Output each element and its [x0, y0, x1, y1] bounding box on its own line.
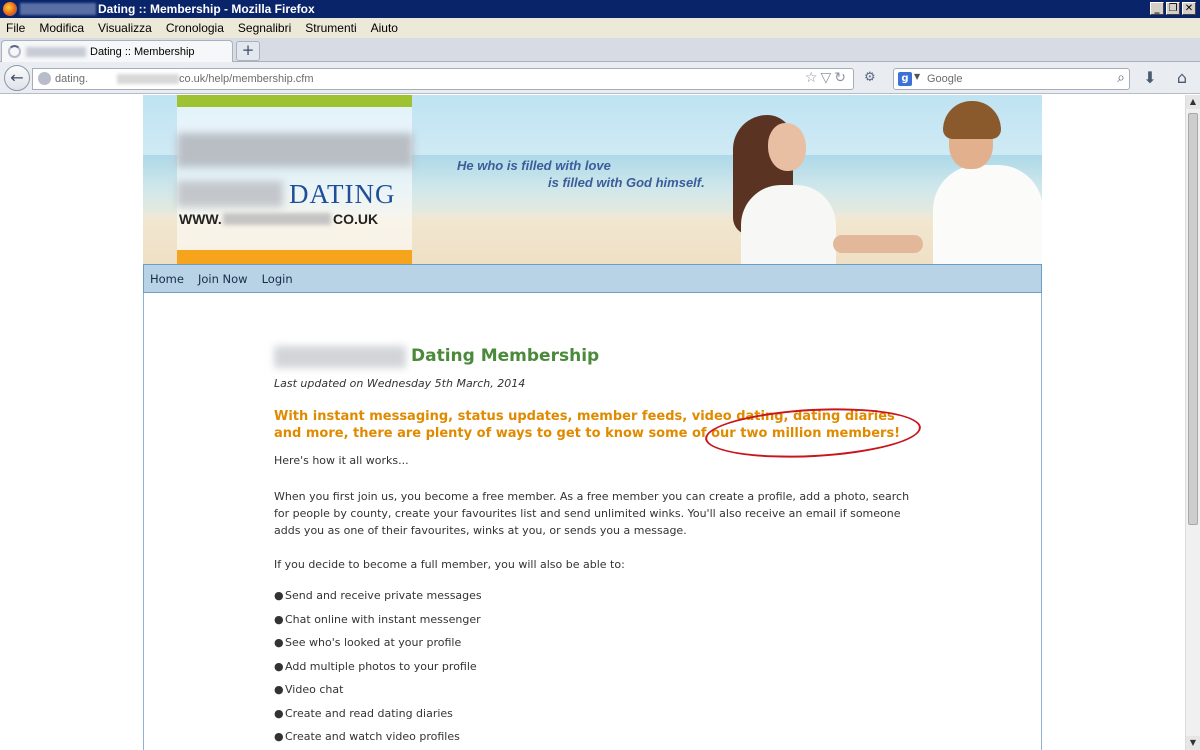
free-member-paragraph: When you first join us, you become a fre… [274, 490, 910, 537]
list-item-text: See who's looked at your profile [285, 636, 462, 649]
last-updated-text: Last updated on Wednesday 5th March, 201… [274, 377, 526, 390]
logo-www: WWW. [179, 211, 222, 227]
redacted-url-part [117, 74, 179, 84]
menu-segnalibri[interactable]: Segnalibri [238, 21, 291, 35]
tagline-text: With instant messaging, status updates, … [274, 409, 901, 441]
scroll-up-icon[interactable]: ▲ [1186, 95, 1200, 109]
menu-visualizza[interactable]: Visualizza [98, 21, 152, 35]
page-viewport: DATING WWW. CO.UK He who is filled with … [0, 95, 1185, 750]
tab-strip: Dating :: Membership + [0, 38, 1200, 63]
download-arrow-icon: ⬇ [1143, 68, 1157, 87]
addon-icon[interactable]: ⚙ [864, 70, 882, 86]
url-text-prefix: dating. [55, 73, 89, 85]
search-bar[interactable]: g ▼ Google ⌕ [893, 68, 1130, 90]
dropdown-arrow-icon[interactable]: ▽ [820, 70, 834, 86]
search-placeholder: Google [927, 73, 963, 85]
menu-bar: File Modifica Visualizza Cronologia Segn… [0, 18, 1200, 38]
site-header-banner: DATING WWW. CO.UK He who is filled with … [143, 95, 1042, 264]
tab-label: Dating :: Membership [90, 46, 195, 58]
vertical-scrollbar[interactable]: ▲ ▼ [1185, 95, 1200, 750]
navigation-toolbar: ← dating. co.uk/help/membership.cfm ☆▽↻ … [0, 62, 1200, 94]
list-item-text: Chat online with instant messenger [285, 612, 481, 626]
nav-home-link[interactable]: Home [150, 272, 184, 286]
list-item-text: Video chat [285, 683, 344, 696]
search-icon[interactable]: ⌕ [1117, 70, 1125, 86]
banner-quote-line1: He who is filled with love [457, 158, 611, 173]
window-controls: _ ❐ ✕ [1150, 2, 1196, 15]
woman-figure [741, 185, 836, 264]
home-button[interactable]: ⌂ [1172, 68, 1192, 88]
intro-text: Here's how it all works... [274, 454, 409, 467]
redacted-tab-prefix [26, 47, 86, 57]
bullet-icon: ● [274, 612, 284, 626]
man-figure [933, 165, 1042, 264]
redacted-site-name [20, 3, 96, 15]
logo-orange-bar [177, 250, 412, 264]
google-engine-icon[interactable]: g [898, 72, 912, 86]
redacted-logo-line1 [177, 133, 413, 167]
full-member-paragraph: If you decide to become a full member, y… [274, 558, 625, 571]
nav-join-now-link[interactable]: Join Now [198, 272, 248, 286]
scroll-down-icon[interactable]: ▼ [1186, 736, 1200, 750]
menu-aiuto[interactable]: Aiuto [371, 21, 398, 35]
redacted-logo-line2 [177, 181, 283, 207]
firefox-logo-icon [3, 2, 17, 16]
list-item-text: Add multiple photos to your profile [285, 659, 477, 673]
reload-icon[interactable]: ↻ [834, 70, 849, 86]
list-item: ● Add multiple photos to your profile [274, 659, 914, 685]
bullet-icon: ● [274, 730, 284, 743]
url-bar-icons: ☆▽↻ [805, 70, 849, 86]
woman-face [768, 123, 806, 171]
url-bar[interactable]: dating. co.uk/help/membership.cfm ☆▽↻ [32, 68, 854, 90]
bullet-icon: ● [274, 706, 284, 720]
back-arrow-icon: ← [10, 68, 24, 87]
list-item-text: Create and watch video profiles [285, 730, 460, 743]
home-icon: ⌂ [1176, 68, 1188, 87]
url-text-suffix: co.uk/help/membership.cfm [179, 73, 314, 85]
download-button[interactable]: ⬇ [1140, 68, 1160, 88]
list-item: ● Create and read dating diaries [274, 706, 914, 732]
banner-quote-line2: is filled with God himself. [548, 175, 705, 190]
list-item-text: Create and read dating diaries [285, 706, 453, 720]
man-hair [943, 101, 1001, 139]
bullet-icon: ● [274, 683, 284, 696]
logo-dating-word: DATING [289, 179, 396, 209]
nav-login-link[interactable]: Login [262, 272, 293, 286]
globe-icon [38, 72, 51, 85]
back-button[interactable]: ← [4, 65, 30, 91]
new-tab-button[interactable]: + [236, 41, 260, 61]
list-item: ● Chat online with instant messenger [274, 612, 914, 638]
scroll-thumb[interactable] [1188, 113, 1198, 525]
redacted-title-prefix [274, 346, 406, 368]
menu-cronologia[interactable]: Cronologia [166, 21, 224, 35]
bullet-icon: ● [274, 659, 284, 673]
menu-strumenti[interactable]: Strumenti [305, 21, 356, 35]
content-panel: Dating Membership Last updated on Wednes… [143, 293, 1042, 750]
logo-green-bar [177, 95, 412, 107]
redacted-logo-domain [223, 213, 331, 225]
features-list: ● Send and receive private messages ● Chat… [274, 590, 914, 750]
maximize-button[interactable]: ❐ [1166, 2, 1180, 15]
window-titlebar: Dating :: Membership - Mozilla Firefox _… [0, 0, 1200, 18]
bullet-icon: ● [274, 589, 284, 602]
site-nav-bar: Home Join Now Login [143, 264, 1042, 293]
bookmark-star-icon[interactable]: ☆ [805, 70, 821, 86]
list-item: ● Video chat [274, 684, 914, 708]
menu-modifica[interactable]: Modifica [39, 21, 84, 35]
bullet-icon: ● [274, 636, 284, 649]
minimize-button[interactable]: _ [1150, 2, 1164, 15]
list-item-text: Send and receive private messages [285, 589, 482, 602]
joined-hands [833, 235, 923, 253]
loading-spinner-icon [8, 45, 21, 58]
list-item: ● Send and receive private messages [274, 590, 914, 614]
tab-membership[interactable]: Dating :: Membership [1, 40, 233, 63]
close-button[interactable]: ✕ [1182, 2, 1196, 15]
list-item: ● See who's looked at your profile [274, 637, 914, 661]
engine-dropdown-icon[interactable]: ▼ [914, 72, 920, 81]
logo-domain-end: CO.UK [333, 211, 379, 227]
window-title: Dating :: Membership - Mozilla Firefox [98, 2, 315, 16]
page-title: Dating Membership [411, 346, 600, 366]
menu-file[interactable]: File [6, 21, 25, 35]
list-item: ● Create and watch video profiles [274, 731, 914, 750]
